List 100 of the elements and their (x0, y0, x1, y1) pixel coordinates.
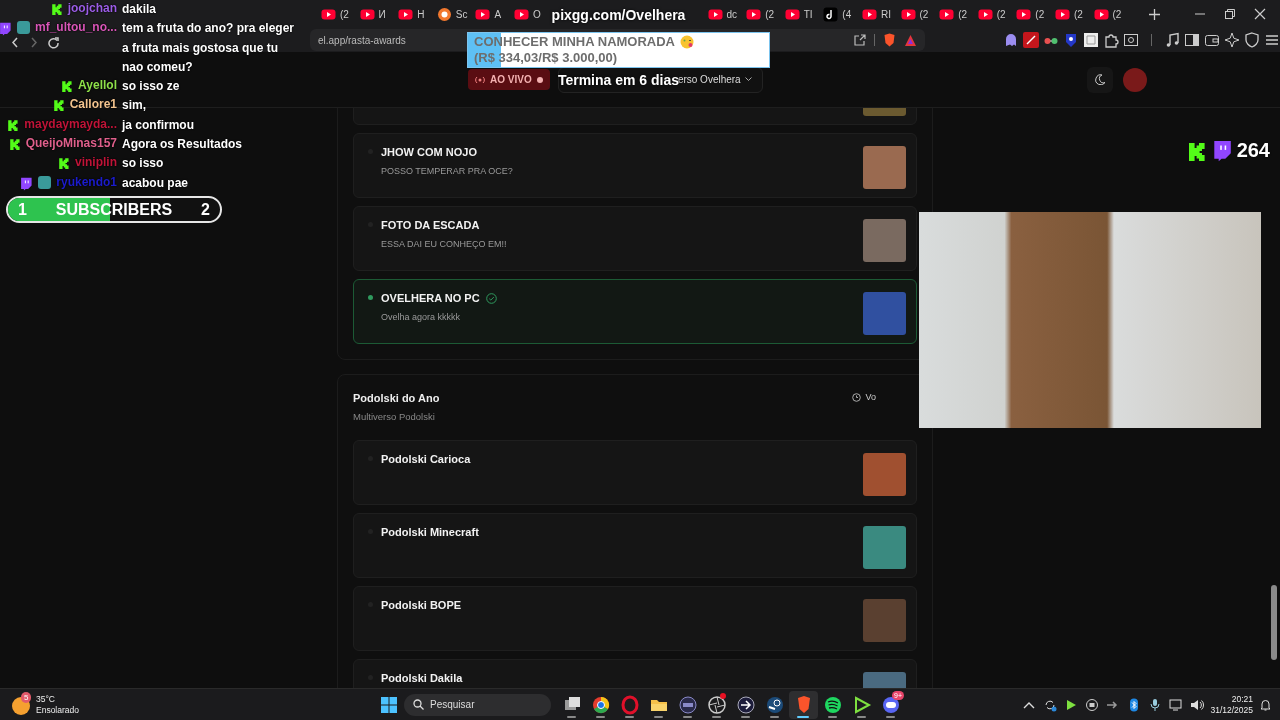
triangle-icon[interactable] (904, 33, 917, 47)
monitor-icon[interactable] (1169, 697, 1184, 712)
sparkle-icon[interactable] (1224, 32, 1240, 48)
chat-message: dakila (122, 1, 158, 18)
browser-tab[interactable]: (2 (1049, 2, 1089, 26)
wave-circle-icon (822, 694, 843, 715)
nominee-subtitle: POSSO TEMPERAR PRA OCE? (381, 166, 514, 176)
chat-message: tem a fruta do ano? pra eleger a fruta mais gostosa que tu nao comeu? (122, 20, 296, 76)
chat-username: Callore1 (69, 98, 117, 112)
browser-tab[interactable]: dc (702, 2, 742, 26)
shield-icon[interactable] (1244, 32, 1260, 48)
nominee-card[interactable]: Podolski Minecraft (353, 513, 917, 578)
kiss-face-icon (680, 35, 694, 49)
browser-tab[interactable]: A (470, 2, 509, 26)
close-button[interactable] (1252, 6, 1268, 22)
chat-message: so isso ze (122, 78, 181, 96)
ring-icon (619, 694, 640, 715)
chat-message: sim, (122, 97, 147, 115)
pencil-icon[interactable] (1023, 32, 1039, 48)
twitch-logo-icon (19, 176, 34, 191)
donation-site: pixgg.com/Ovelhera (551, 7, 686, 24)
vote-button[interactable]: Vo (852, 392, 876, 402)
badge-icon[interactable] (1063, 32, 1079, 48)
thumbnail-photo-placeholder (863, 599, 906, 642)
taskbar-app-button[interactable] (789, 690, 818, 719)
share-icon[interactable] (853, 33, 866, 47)
restore-button[interactable] (1222, 6, 1238, 22)
moon-icon (1094, 74, 1106, 85)
temperature-text: 35°C (36, 693, 56, 705)
thumbnail-photo-placeholder (863, 453, 906, 496)
check-circle-icon (485, 292, 497, 304)
goal-target: 2 (201, 200, 210, 219)
browser-tab[interactable]: (4 (818, 2, 857, 26)
browser-tab[interactable]: O (508, 2, 548, 26)
kick-logo-icon (61, 80, 74, 93)
browser-tab[interactable]: (2 (1011, 2, 1050, 26)
menu-icon[interactable] (1264, 32, 1280, 48)
browser-tab[interactable]: (2 (972, 2, 1012, 26)
plus-icon (1149, 8, 1161, 20)
browser-tab[interactable]: И (354, 2, 394, 26)
new-tab-button[interactable] (1147, 6, 1163, 22)
sync-icon[interactable] (1043, 697, 1058, 712)
selection-dot (368, 295, 373, 300)
nominee-card[interactable]: OVELHERA NO PC Ovelha agora kkkkk (353, 279, 917, 344)
browser-tab[interactable]: Sc (431, 2, 471, 26)
kick-logo-icon (52, 99, 65, 112)
nominee-title: Podolski BOPE (381, 599, 462, 611)
ghost-icon[interactable] (1003, 32, 1019, 48)
nominee-card[interactable]: Podolski Dakila (353, 659, 917, 688)
screen-search-icon[interactable] (1123, 32, 1139, 48)
category-title: Podolski do Ano (353, 392, 440, 404)
nominee-card[interactable]: Podolski Carioca (353, 440, 917, 505)
browser-tab[interactable]: (2 (895, 2, 935, 26)
clock-icon (852, 392, 862, 402)
kick-logo-icon (50, 3, 63, 15)
notification-badge: 5 (21, 691, 32, 703)
gear-circle-icon (764, 694, 785, 715)
nominee-card[interactable]: Podolski BOPE (353, 586, 917, 651)
browser-tab[interactable]: (2 (741, 2, 780, 26)
circle-icon[interactable] (1085, 697, 1100, 712)
sidebar-icon[interactable] (1184, 32, 1200, 48)
puzzle-icon[interactable] (1103, 32, 1119, 48)
nominee-card[interactable]: FOTO DA ESCADA ESSA DAI EU CONHEÇO EM!! (353, 206, 917, 271)
countdown-text: Termina em 6 dias (557, 72, 680, 89)
browser-tab[interactable]: (2 (934, 2, 973, 26)
search-field[interactable]: Pesquisar (404, 693, 551, 716)
aperture-icon (706, 694, 727, 715)
speaker-icon[interactable] (1190, 697, 1205, 712)
chat-username: mf_ultou_no... (35, 21, 117, 35)
browser-tab[interactable]: RI (856, 2, 896, 26)
coin-icon (436, 6, 452, 22)
chat-badge-icon (17, 21, 30, 35)
nominee-subtitle: Ovelha agora kkkkk (381, 312, 462, 322)
theme-toggle-button[interactable] (1087, 66, 1113, 93)
chat-username: Ayellol (78, 79, 117, 93)
nominee-card[interactable]: JHOW COM NOJO POSSO TEMPERAR PRA OCE? (353, 133, 917, 198)
chat-username: ryukendo1 (56, 175, 117, 189)
browser-tab[interactable]: (2 (1088, 2, 1128, 26)
bell-icon[interactable] (1259, 698, 1272, 711)
browser-tab[interactable]: TI (779, 2, 819, 26)
thumbnail-photo-placeholder (863, 526, 906, 569)
wallet-icon[interactable] (1204, 32, 1220, 48)
lion-shield-icon[interactable] (883, 33, 896, 47)
thumbnail-photo-placeholder (863, 292, 906, 335)
microphone-icon[interactable] (1148, 697, 1163, 712)
caret-icon (744, 77, 752, 82)
date-text: 31/12/2025 (1210, 704, 1253, 716)
category-subtitle: Multiverso Podolski (353, 411, 436, 422)
kick-logo-icon (58, 157, 70, 170)
clock[interactable]: 20:21 31/12/2025 (1210, 693, 1253, 716)
reload-icon (47, 36, 60, 49)
browser-tab[interactable]: (2 (316, 2, 355, 26)
kick-logo-icon (8, 138, 21, 151)
music-note-icon[interactable] (1164, 32, 1180, 48)
grid-icon[interactable] (1083, 32, 1099, 48)
tricolor-circle-icon (590, 694, 611, 715)
start-button[interactable] (380, 695, 398, 714)
browser-tab[interactable]: H (393, 2, 432, 26)
kick-logo-icon (7, 118, 20, 131)
chat-username: QueijoMinas157 (25, 137, 117, 151)
